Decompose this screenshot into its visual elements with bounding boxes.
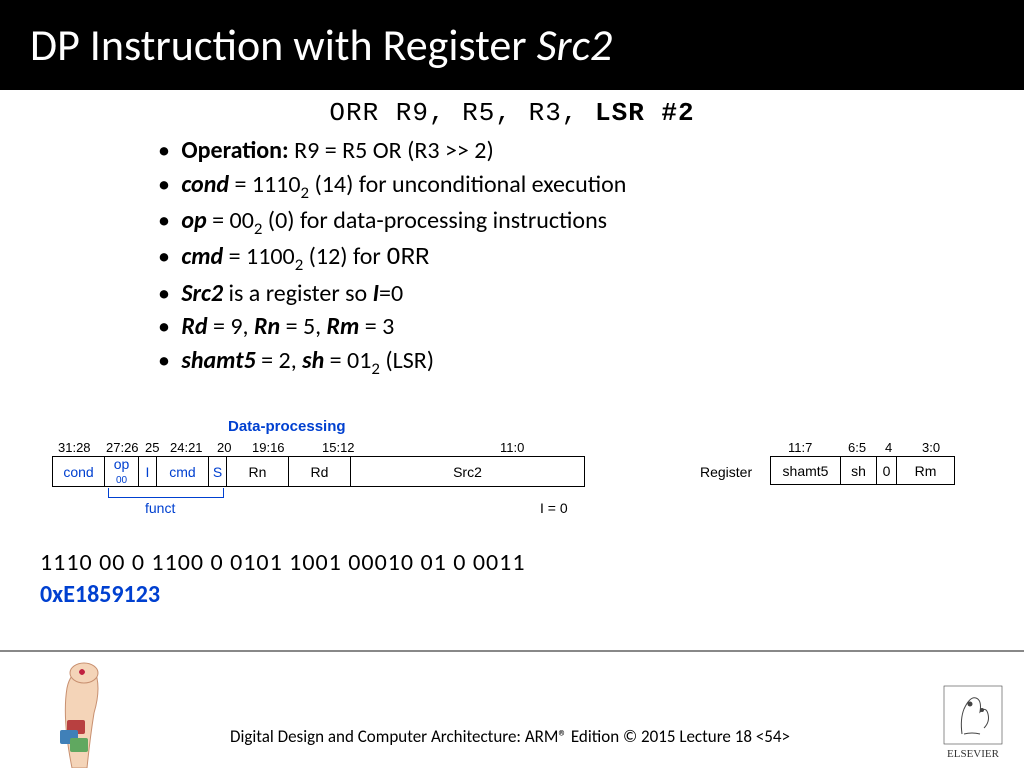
bit-label: 24:21: [170, 440, 203, 455]
footer-text: Digital Design and Computer Architecture…: [230, 726, 790, 747]
register-table: shamt5 sh 0 Rm: [770, 456, 955, 485]
dp-label: Data-processing: [228, 418, 346, 435]
field-src2: Src2: [351, 457, 585, 487]
arm-illustration: [12, 658, 132, 768]
field-cmd: cmd: [157, 457, 209, 487]
bullet-registers: Rd = 9, Rn = 5, Rm = 3: [180, 310, 984, 344]
bit-label: 31:28: [58, 440, 91, 455]
bullet-list: Operation: R9 = R5 OR (R3 >> 2) cond = 1…: [40, 134, 984, 380]
bullet-cmd: cmd = 11002 (12) for ORR: [180, 240, 984, 276]
title-text: DP Instruction with Register: [30, 18, 537, 72]
slide-title: DP Instruction with Register Src2: [0, 0, 1024, 90]
funct-bracket: [108, 488, 224, 498]
bit-label: 19:16: [252, 440, 285, 455]
bullet-src2: Src2 is a register so I=0: [180, 277, 984, 311]
i-zero-label: I = 0: [540, 500, 568, 516]
field-rn: Rn: [227, 457, 289, 487]
publisher-name: ELSEVIER: [947, 748, 999, 760]
bit-label: 6:5: [848, 440, 866, 455]
bit-label: 25: [145, 440, 159, 455]
register-label: Register: [700, 464, 752, 480]
bit-label: 20: [217, 440, 231, 455]
title-italic: Src2: [537, 18, 613, 72]
field-shamt5: shamt5: [771, 457, 841, 485]
bit-label: 15:12: [322, 440, 355, 455]
bullet-operation: Operation: R9 = R5 OR (R3 >> 2): [180, 134, 984, 168]
field-cond: cond: [53, 457, 105, 487]
field-i: I: [139, 457, 157, 487]
bit-label: 11:0: [500, 440, 524, 455]
publisher-logo: ELSEVIER: [942, 684, 1004, 760]
binary-encoding: 1110 00 0 1100 0 0101 1001 00010 01 0 00…: [40, 548, 526, 577]
field-s: S: [209, 457, 227, 487]
field-sh: sh: [841, 457, 877, 485]
slide-footer: Digital Design and Computer Architecture…: [0, 650, 1024, 768]
code-bold: LSR #2: [595, 98, 695, 128]
slide-content: ORR R9, R5, R3, LSR #2 Operation: R9 = R…: [0, 90, 1024, 380]
instruction-code: ORR R9, R5, R3, LSR #2: [40, 98, 984, 128]
field-zero: 0: [877, 457, 897, 485]
encoding-table: cond op00 I cmd S Rn Rd Src2: [52, 456, 585, 487]
field-op: op: [114, 456, 130, 472]
hex-encoding: 0xE1859123: [40, 580, 160, 609]
field-rd: Rd: [289, 457, 351, 487]
field-rm: Rm: [897, 457, 955, 485]
bit-label: 27:26: [106, 440, 139, 455]
bit-label: 3:0: [922, 440, 940, 455]
bit-label: 4: [885, 440, 892, 455]
funct-label: funct: [145, 500, 175, 516]
bullet-cond: cond = 11102 (14) for unconditional exec…: [180, 168, 984, 204]
bullet-op: op = 002 (0) for data-processing instruc…: [180, 204, 984, 240]
bullet-shamt: shamt5 = 2, sh = 012 (LSR): [180, 344, 984, 380]
code-pre: ORR R9, R5, R3,: [329, 98, 595, 128]
bit-label: 11:7: [788, 440, 812, 455]
